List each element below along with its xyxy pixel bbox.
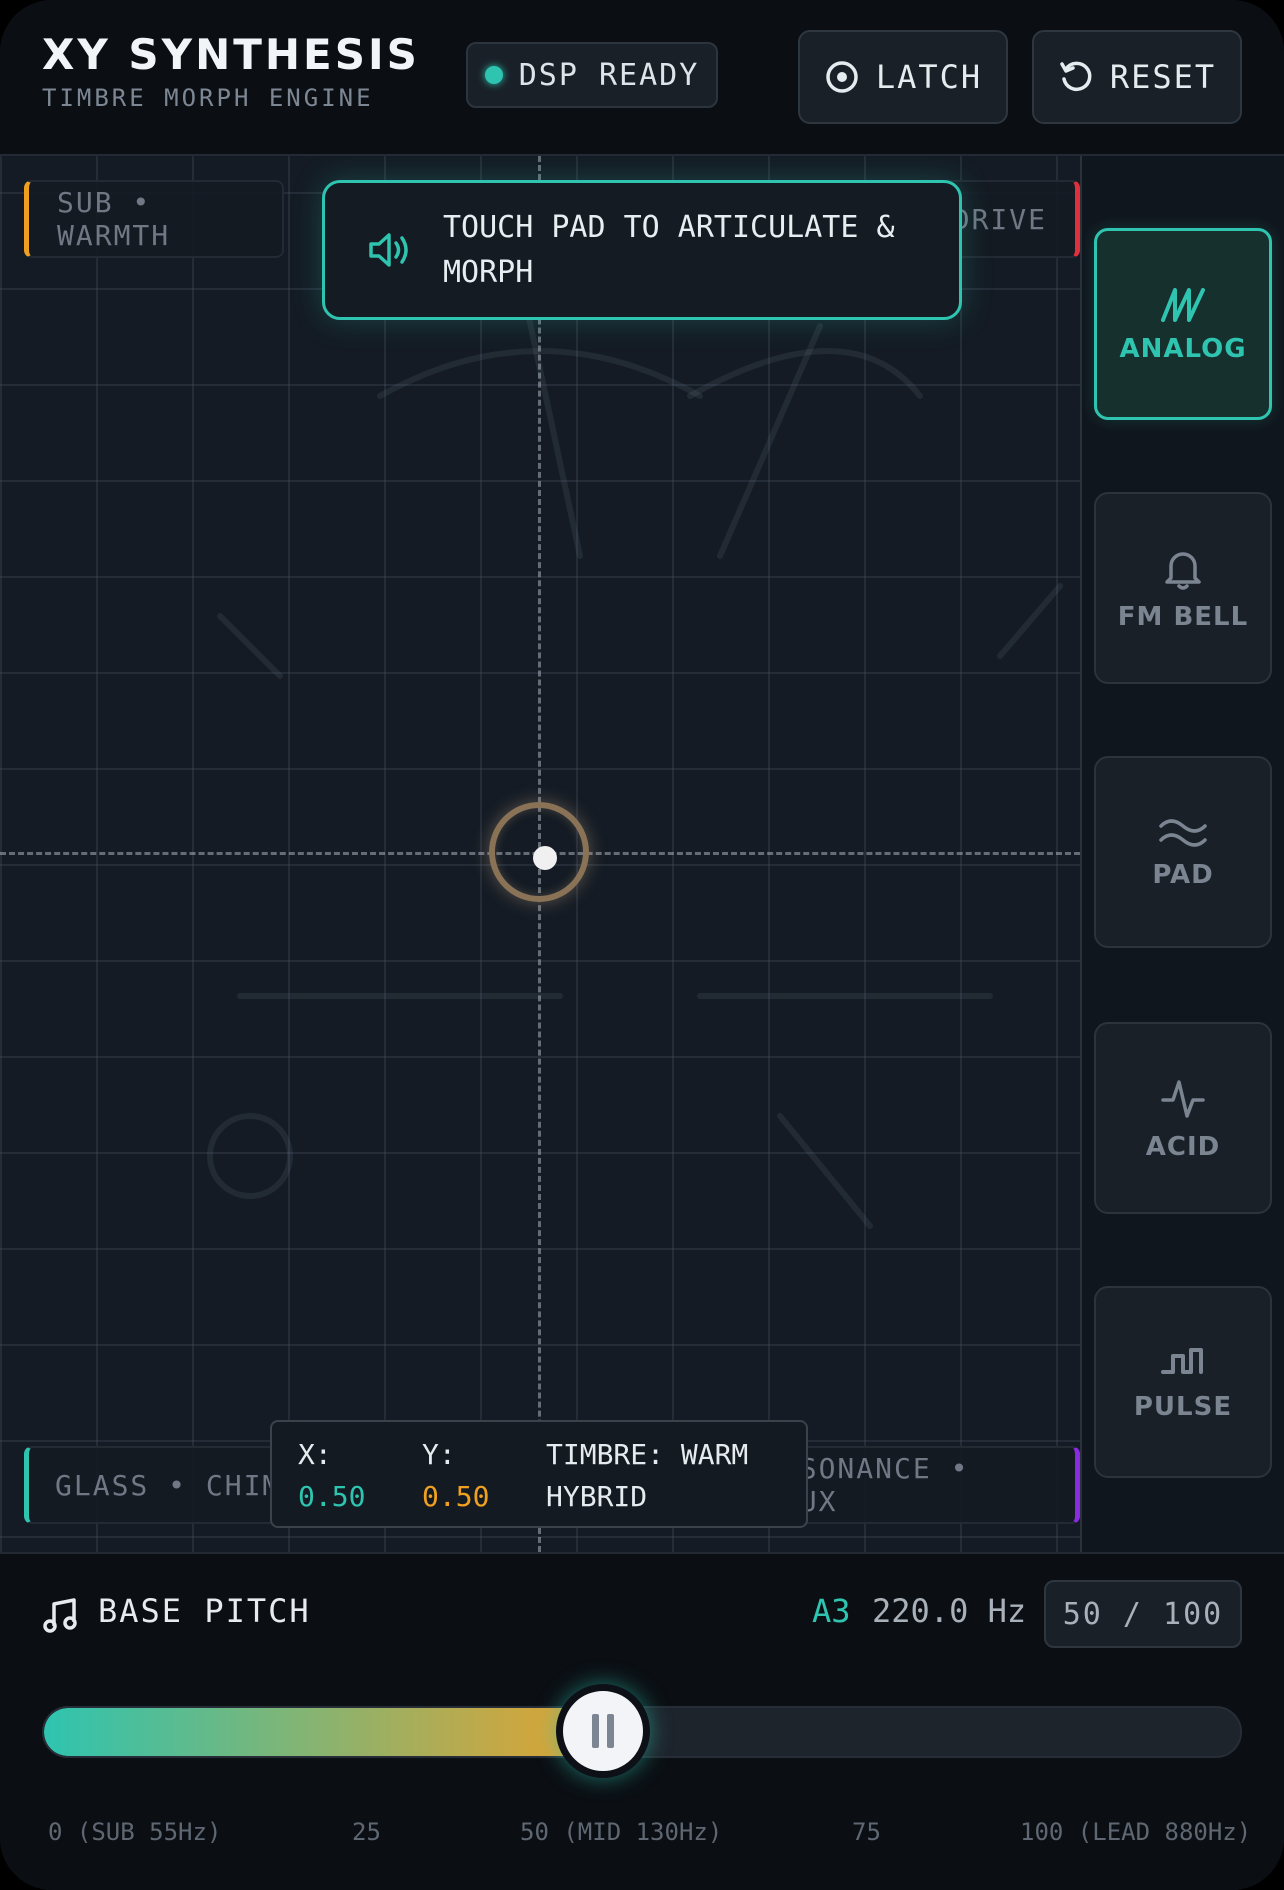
preset-pulse-label: PULSE	[1133, 1392, 1233, 1422]
preset-pad-label: PAD	[1152, 860, 1214, 890]
base-pitch-panel: BASE PITCH A3 220.0 Hz 50 / 100 0 (SUB 5…	[0, 1552, 1284, 1890]
preset-fm-bell-label: FM BELL	[1117, 602, 1249, 632]
preset-fm-bell[interactable]: FM BELL	[1094, 492, 1272, 684]
readout-x-label: X:	[298, 1438, 332, 1471]
app-subtitle: TIMBRE MORPH ENGINE	[42, 84, 374, 112]
preset-sidebar: ANALOG FM BELL PAD ACID PULSE	[1082, 156, 1284, 1552]
corner-bottom-left-text: GLASS • CHIME	[55, 1468, 301, 1502]
corner-label-top-left: SUB • WARMTH	[24, 180, 284, 258]
bell-icon	[1165, 552, 1201, 590]
pitch-value-text: 50 / 100	[1062, 1596, 1224, 1632]
readout-timbre-text: TIMBRE: WARM HYBRID	[546, 1438, 749, 1513]
cursor-dot	[533, 846, 557, 870]
preset-acid-label: ACID	[1145, 1132, 1221, 1162]
pitch-slider-fill	[44, 1708, 604, 1756]
preset-analog[interactable]: ANALOG	[1094, 228, 1272, 420]
tick-label: 0 (SUB 55Hz)	[48, 1818, 222, 1846]
preset-pad[interactable]: PAD	[1094, 756, 1272, 948]
analog-wave-icon	[1161, 288, 1205, 322]
latch-button[interactable]: LATCH	[798, 30, 1008, 124]
xy-cursor-handle[interactable]	[489, 802, 589, 902]
readout-y-label: Y:	[422, 1438, 456, 1471]
tick-label: 100 (LEAD 880Hz)	[1020, 1818, 1252, 1846]
grip-icon	[607, 1714, 614, 1748]
pitch-value-box: 50 / 100	[1044, 1580, 1242, 1648]
hint-text: TOUCH PAD TO ARTICULATE & MORPH	[443, 210, 895, 290]
preset-pulse[interactable]: PULSE	[1094, 1286, 1272, 1478]
hint-toast: TOUCH PAD TO ARTICULATE & MORPH	[322, 180, 962, 320]
readout-x-value: 0.50	[298, 1480, 366, 1513]
status-dot-icon	[484, 66, 503, 84]
reset-button[interactable]: RESET	[1032, 30, 1242, 124]
app-title: XY SYNTHESIS	[42, 30, 420, 79]
target-icon	[826, 61, 858, 93]
readout-y: Y: 0.50	[422, 1434, 489, 1518]
tick-label: 25	[352, 1818, 381, 1846]
xy-pad[interactable]: SUB • WARMTH IC • DRIVE GLASS • CHIME RE…	[0, 156, 1080, 1552]
pitch-note: A3	[812, 1592, 851, 1630]
corner-top-left-text: SUB • WARMTH	[57, 186, 171, 252]
xy-readout: X: 0.50 Y: 0.50 TIMBRE: WARM HYBRID	[270, 1420, 808, 1528]
tick-label: 75	[852, 1818, 881, 1846]
grip-icon	[592, 1714, 599, 1748]
speaker-icon	[369, 233, 408, 267]
app-window: XY SYNTHESIS TIMBRE MORPH ENGINE DSP REA…	[0, 0, 1284, 1890]
readout-x: X: 0.50	[298, 1434, 365, 1518]
tick-label: 50 (MID 130Hz)	[520, 1818, 723, 1846]
dsp-status-badge: DSP READY	[466, 42, 718, 108]
pulse-line-icon	[1161, 1080, 1205, 1118]
square-wave-icon	[1161, 1348, 1203, 1374]
readout-timbre: TIMBRE: WARM HYBRID	[546, 1434, 796, 1518]
base-pitch-label: BASE PITCH	[98, 1592, 311, 1630]
music-note-icon	[43, 1598, 77, 1633]
header: XY SYNTHESIS TIMBRE MORPH ENGINE DSP REA…	[0, 0, 1284, 156]
latch-label: LATCH	[875, 58, 983, 96]
corner-label-bottom-right: RESONANCE • FLUX	[760, 1446, 1080, 1524]
readout-y-value: 0.50	[422, 1480, 490, 1513]
reset-label: RESET	[1109, 58, 1217, 96]
pitch-frequency: 220.0 Hz	[872, 1592, 1027, 1630]
preset-analog-label: ANALOG	[1119, 334, 1247, 364]
wave-icon	[1159, 819, 1207, 847]
pitch-slider-thumb[interactable]	[556, 1684, 650, 1778]
preset-acid[interactable]: ACID	[1094, 1022, 1272, 1214]
dsp-status-text: DSP READY	[518, 57, 700, 93]
reset-icon	[1060, 61, 1092, 92]
